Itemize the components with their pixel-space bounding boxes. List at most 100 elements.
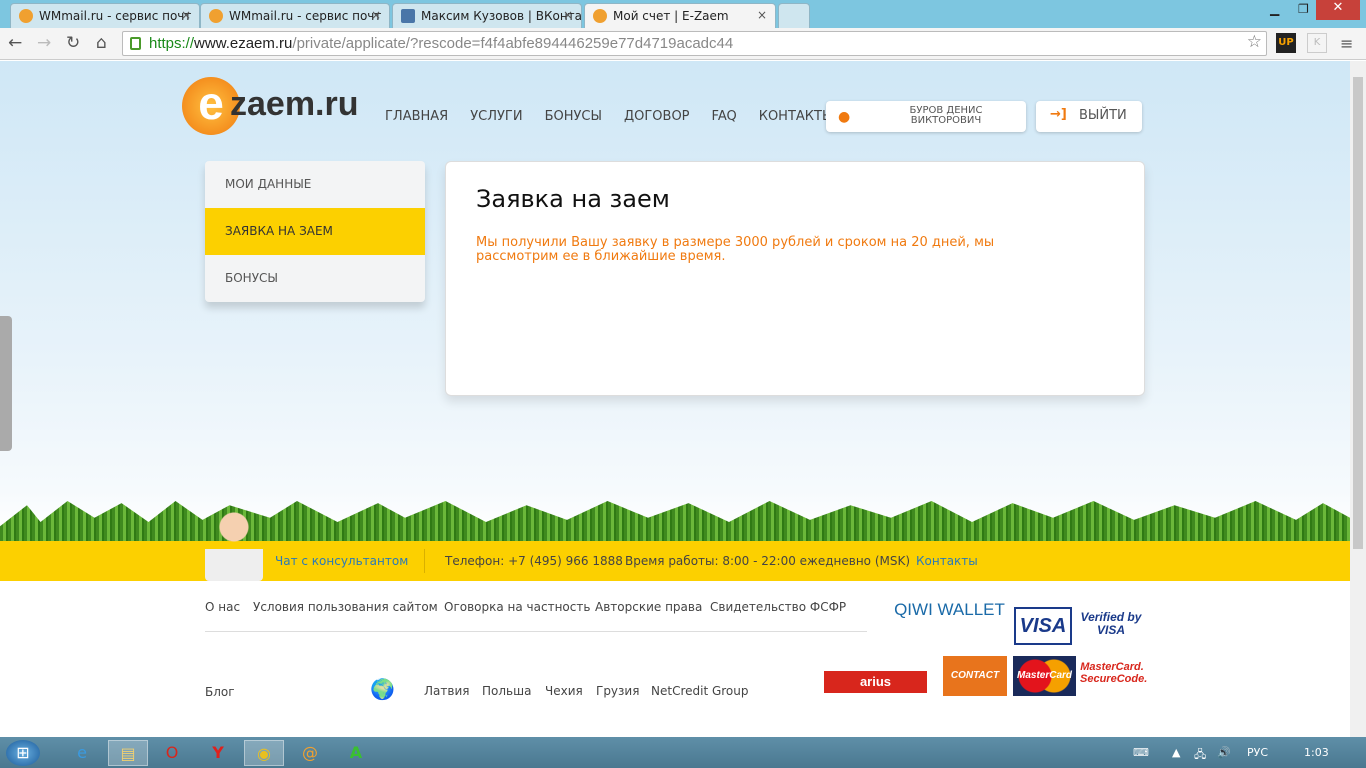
chrome-icon[interactable]: ◉ (244, 740, 284, 766)
volume-icon[interactable]: 🔊 (1217, 746, 1231, 759)
url-path: /private/applicate/?rescode=f4f4abfe8944… (292, 35, 734, 52)
logout-label: ВЫЙТИ (1079, 108, 1127, 123)
network-icon[interactable]: 🖧 (1194, 746, 1206, 765)
close-window-button[interactable]: ✕ (1316, 0, 1360, 20)
hours-text: Время работы: 8:00 - 22:00 ежедневно (MS… (625, 554, 911, 568)
forward-icon[interactable]: → (37, 33, 51, 53)
nav-contacts[interactable]: КОНТАКТЫ (759, 109, 834, 124)
minimize-icon[interactable]: ▁ (1270, 2, 1279, 16)
reload-icon[interactable]: ↻ (66, 33, 80, 53)
tab-title: Мой счет | E-Zaem (613, 9, 729, 23)
page: e zaem.ru ГЛАВНАЯ УСЛУГИ БОНУСЫ ДОГОВОР FAQ КО… (0, 61, 1350, 737)
footer-link-georgia[interactable]: Грузия (596, 684, 639, 698)
ie-icon[interactable]: e (62, 740, 102, 766)
sidebar-item-my-data[interactable]: МОИ ДАННЫЕ (205, 161, 425, 208)
close-tab-icon[interactable]: × (181, 8, 191, 22)
sidebar-item-loan-application[interactable]: ЗАЯВКА НА ЗАЕМ (205, 208, 425, 255)
keyboard-icon[interactable]: ⌨ (1133, 746, 1149, 759)
tab-title: WMmail.ru - сервис почт (229, 9, 382, 23)
taskbar: ⊞ e ▤ O Y ◉ @ A ⌨ ▲ 🖧 🔊 РУС 1:03 (0, 737, 1366, 768)
divider (424, 549, 425, 573)
content-card: Заявка на заем Мы получили Вашу заявку в… (445, 161, 1145, 396)
mastercard-securecode-logo: MasterCard. SecureCode. (1080, 661, 1148, 685)
extension-k-icon[interactable]: K (1307, 33, 1327, 53)
ezaem-logo[interactable]: e zaem.ru (182, 77, 359, 135)
lock-icon (130, 37, 141, 50)
sidebar-item-bonuses[interactable]: БОНУСЫ (205, 255, 425, 302)
browser-tab-active[interactable]: Мой счет | E-Zaem × (584, 3, 776, 28)
nav-faq[interactable]: FAQ (712, 109, 737, 124)
browser-tab[interactable]: WMmail.ru - сервис почт × (10, 3, 200, 28)
url-scheme: https:// (149, 35, 195, 52)
logout-button[interactable]: →] ВЫЙТИ (1036, 101, 1142, 132)
close-tab-icon[interactable]: × (371, 8, 381, 22)
explorer-icon[interactable]: ▤ (108, 740, 148, 766)
close-tab-icon[interactable]: × (563, 8, 573, 22)
consultant-avatar (205, 509, 263, 581)
footer-link-czech[interactable]: Чехия (545, 684, 583, 698)
nav-services[interactable]: УСЛУГИ (470, 109, 522, 124)
address-bar[interactable]: https://www.ezaem.ru/private/applicate/?… (122, 31, 1267, 56)
scrollbar-thumb[interactable] (1353, 77, 1363, 549)
footer-link-latvia[interactable]: Латвия (424, 684, 469, 698)
opera-icon[interactable]: O (152, 740, 192, 766)
footer-link-poland[interactable]: Польша (482, 684, 531, 698)
footer-link-privacy[interactable]: Оговорка на частность (444, 600, 590, 614)
extension-up-icon[interactable]: UP (1276, 33, 1296, 53)
phone-text: Телефон: +7 (495) 966 1888 (445, 554, 623, 568)
tab-title: WMmail.ru - сервис почт (39, 9, 192, 23)
back-icon[interactable]: ← (8, 33, 22, 53)
browser-tab-bar: WMmail.ru - сервис почт × WMmail.ru - сер… (0, 0, 1366, 28)
footer-link-copyright[interactable]: Авторские права (595, 600, 702, 614)
mastercard-logo: MasterCard (1013, 656, 1076, 696)
app-a-icon[interactable]: A (336, 740, 376, 766)
footer-link-netcredit[interactable]: NetCredit Group (651, 684, 749, 698)
sidebar: МОИ ДАННЫЕ ЗАЯВКА НА ЗАЕМ БОНУСЫ (205, 161, 425, 302)
vk-favicon-icon (401, 9, 415, 23)
star-icon[interactable]: ☆ (1247, 32, 1262, 52)
wmmail-favicon-icon (19, 9, 33, 23)
wmmail-favicon-icon (209, 9, 223, 23)
verified-by-visa-logo: Verified by VISA (1080, 610, 1142, 637)
url-host: www.ezaem.ru (194, 35, 293, 52)
nav-home[interactable]: ГЛАВНАЯ (385, 109, 448, 124)
footer-divider (205, 631, 867, 632)
contact-bar: Чат с консультантом Телефон: +7 (495) 96… (0, 541, 1350, 581)
status-message: Мы получили Вашу заявку в размере 3000 р… (476, 235, 995, 264)
nav-contract[interactable]: ДОГОВОР (624, 109, 690, 124)
start-button[interactable]: ⊞ (6, 740, 40, 766)
user-profile-button[interactable]: ● БУРОВ ДЕНИС ВИКТОРОВИЧ (826, 101, 1026, 132)
visa-logo: VISA (1014, 607, 1072, 645)
footer-link-certificate[interactable]: Свидетельство ФСФР (710, 600, 846, 614)
browser-tab[interactable]: Максим Кузовов | ВКонта × (392, 3, 582, 28)
chat-link[interactable]: Чат с консультантом (275, 554, 408, 568)
new-tab-button[interactable] (778, 3, 810, 28)
browser-tab[interactable]: WMmail.ru - сервис почт × (200, 3, 390, 28)
footer-link-about[interactable]: О нас (205, 600, 240, 614)
restore-icon[interactable]: ❐ (1298, 2, 1309, 16)
tab-title: Максим Кузовов | ВКонта (421, 9, 582, 23)
side-panel-handle[interactable] (0, 316, 12, 451)
page-title: Заявка на заем (476, 185, 670, 213)
logout-icon: →] (1050, 107, 1067, 122)
nav-bonuses[interactable]: БОНУСЫ (545, 109, 602, 124)
clock[interactable]: 1:03 (1304, 746, 1329, 759)
user-icon: ● (838, 109, 851, 125)
ezaem-favicon-icon (593, 9, 607, 23)
close-tab-icon[interactable]: × (757, 8, 767, 22)
footer-link-blog[interactable]: Блог (205, 685, 235, 699)
contacts-link[interactable]: Контакты (916, 554, 978, 568)
scrollbar[interactable] (1350, 61, 1366, 737)
browser-toolbar: ← → ↻ ⌂ https://www.ezaem.ru/private/app… (0, 28, 1366, 60)
contact-logo: CONTACT (943, 656, 1007, 696)
language-indicator[interactable]: РУС (1247, 746, 1268, 759)
footer-link-terms[interactable]: Условия пользования сайтом (253, 600, 438, 614)
home-icon[interactable]: ⌂ (96, 33, 107, 53)
show-hidden-icons[interactable]: ▲ (1172, 746, 1180, 759)
main-nav: ГЛАВНАЯ УСЛУГИ БОНУСЫ ДОГОВОР FAQ КОНТАКТЫ (385, 109, 855, 124)
user-name-line2: ВИКТОРОВИЧ (910, 115, 982, 126)
menu-icon[interactable]: ≡ (1340, 34, 1353, 53)
mail-agent-icon[interactable]: @ (290, 740, 330, 766)
grass-decoration (0, 501, 1350, 543)
yandex-icon[interactable]: Y (198, 740, 238, 766)
